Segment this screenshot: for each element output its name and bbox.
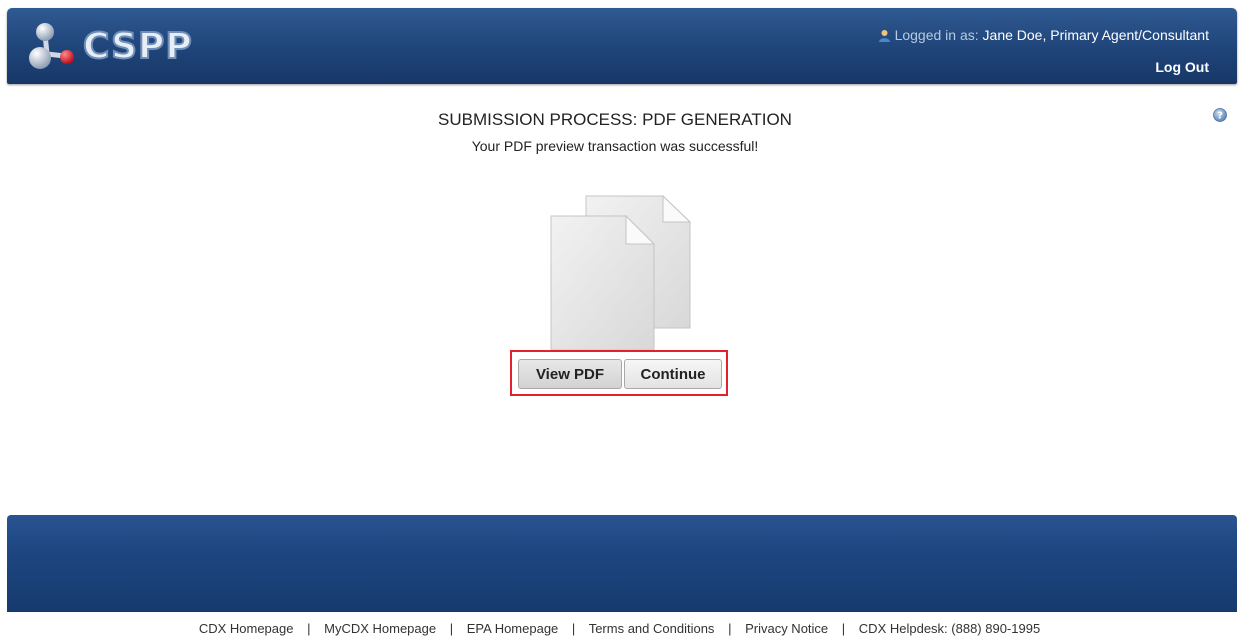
footer-separator: | — [571, 621, 576, 636]
page-title: SUBMISSION PROCESS: PDF GENERATION — [438, 110, 792, 129]
header-bar: CSPP Logged in as: Jane Doe, Primary Age… — [7, 8, 1237, 84]
login-status: Logged in as: Jane Doe, Primary Agent/Co… — [878, 27, 1209, 43]
footer-link-privacy[interactable]: Privacy Notice — [745, 621, 828, 636]
footer-link-terms[interactable]: Terms and Conditions — [589, 621, 715, 636]
view-pdf-button[interactable]: View PDF — [518, 359, 622, 389]
username: Jane Doe, Primary Agent/Consultant — [982, 27, 1209, 43]
footer-links: CDX Homepage | MyCDX Homepage | EPA Home… — [0, 621, 1239, 636]
logo-text: CSPP — [82, 25, 193, 68]
footer-separator: | — [841, 621, 846, 636]
logout-link[interactable]: Log Out — [1155, 59, 1209, 75]
footer-link-mycdx-homepage[interactable]: MyCDX Homepage — [324, 621, 436, 636]
success-message: Your PDF preview transaction was success… — [471, 138, 759, 154]
continue-button[interactable]: Continue — [624, 359, 722, 389]
pdf-document-icon — [550, 194, 692, 351]
cspp-logo[interactable]: CSPP — [27, 20, 227, 72]
footer-link-helpdesk[interactable]: CDX Helpdesk: (888) 890-1995 — [859, 621, 1040, 636]
molecule-icon — [29, 23, 74, 69]
footer-separator: | — [449, 621, 454, 636]
footer-link-epa-homepage[interactable]: EPA Homepage — [467, 621, 559, 636]
user-icon — [878, 30, 890, 42]
footer-separator: | — [728, 621, 732, 636]
footer-banner — [7, 515, 1237, 612]
footer-separator: | — [307, 621, 311, 636]
logged-in-label: Logged in as: — [894, 27, 979, 43]
pdf-actions-highlight: View PDF Continue — [510, 350, 728, 396]
footer-link-cdx-homepage[interactable]: CDX Homepage — [199, 621, 294, 636]
